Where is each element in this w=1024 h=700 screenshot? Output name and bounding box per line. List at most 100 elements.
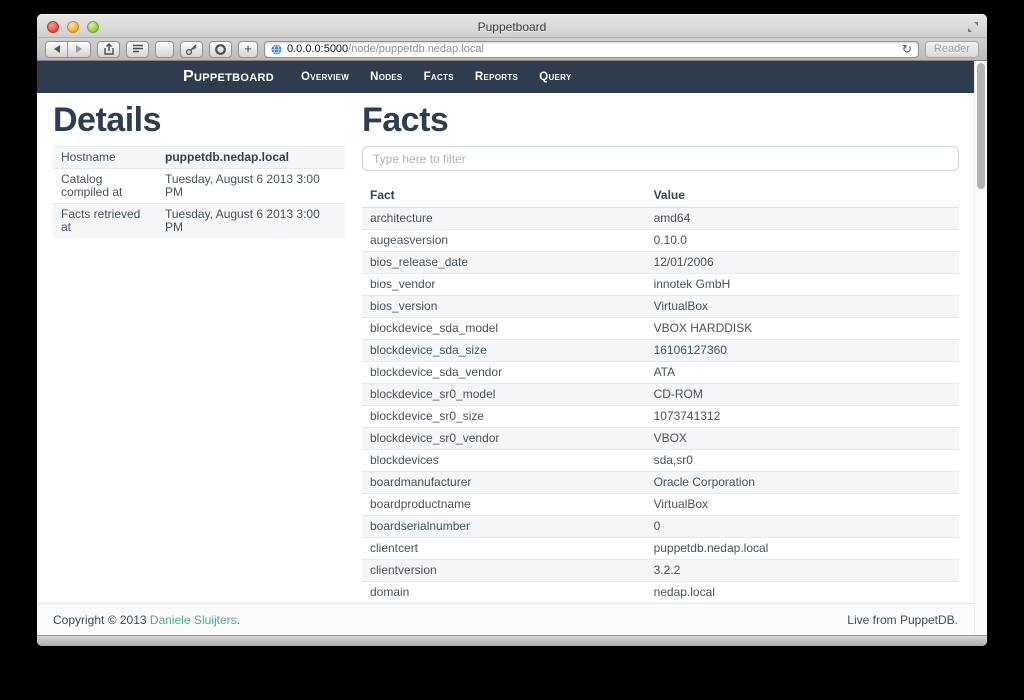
address-bar[interactable]: 0.0.0.0:5000/node/puppetdb.nedap.local ↻ xyxy=(264,41,919,58)
url-host: 0.0.0.0:5000 xyxy=(287,43,348,55)
details-section: Details Hostname puppetdb.nedap.local Ca… xyxy=(53,93,345,603)
nav-item[interactable]: Query xyxy=(539,71,571,83)
back-icon xyxy=(54,45,60,53)
author-link[interactable]: Daniele Sluijters xyxy=(150,613,237,627)
share-icon xyxy=(103,43,115,55)
facts-heading: Facts xyxy=(362,103,959,137)
fact-name: blockdevice_sr0_vendor xyxy=(362,428,646,450)
forward-button[interactable] xyxy=(68,42,90,57)
fact-name: boardserialnumber xyxy=(362,516,646,538)
fact-row: bios_version VirtualBox xyxy=(362,296,959,318)
facts-section: Facts Fact Value architectu xyxy=(362,93,959,603)
new-tab-button[interactable]: + xyxy=(238,41,258,58)
url-text: 0.0.0.0:5000/node/puppetdb.nedap.local xyxy=(287,43,484,55)
fact-name: boardproductname xyxy=(362,494,646,516)
facts-table: Fact Value architecture amd64 xyxy=(362,184,959,603)
fact-row: blockdevice_sda_vendor ATA xyxy=(362,362,959,384)
fullscreen-icon[interactable] xyxy=(967,21,979,33)
fact-name: clientversion xyxy=(362,560,646,582)
fact-value: ATA xyxy=(646,362,959,384)
details-table: Hostname puppetdb.nedap.local Catalog co… xyxy=(53,146,345,238)
facts-filter-input[interactable] xyxy=(362,146,959,171)
fact-name: blockdevice_sda_vendor xyxy=(362,362,646,384)
fact-value: 1073741312 xyxy=(646,406,959,428)
globe-icon xyxy=(271,44,282,55)
fact-name: blockdevice_sda_model xyxy=(362,318,646,340)
puppetboard-page: Puppetboard Overview Nodes Facts Reports… xyxy=(37,61,974,635)
fact-row: blockdevice_sr0_model CD-ROM xyxy=(362,384,959,406)
fact-row: domain nedap.local xyxy=(362,582,959,604)
browser-window: Puppetboard xyxy=(37,14,987,646)
nav-item[interactable]: Nodes xyxy=(370,71,402,83)
password-button[interactable] xyxy=(180,41,203,58)
page-viewport: Puppetboard Overview Nodes Facts Reports… xyxy=(37,61,987,635)
fact-name: bios_release_date xyxy=(362,252,646,274)
scrollbar-thumb[interactable] xyxy=(977,63,985,189)
fact-name: domain xyxy=(362,582,646,604)
fact-value: 0 xyxy=(646,516,959,538)
fact-value: innotek GmbH xyxy=(646,274,959,296)
fact-row: clientcert puppetdb.nedap.local xyxy=(362,538,959,560)
nav-item[interactable]: Overview xyxy=(301,71,349,83)
window-title: Puppetboard xyxy=(37,20,987,34)
fact-column-header: Fact xyxy=(362,184,646,208)
blank-toolbar-button[interactable] xyxy=(155,41,174,58)
fact-value: CD-ROM xyxy=(646,384,959,406)
fact-row: blockdevice_sda_model VBOX HARDDISK xyxy=(362,318,959,340)
fact-name: architecture xyxy=(362,208,646,230)
fact-name: blockdevice_sda_size xyxy=(362,340,646,362)
fact-row: blockdevice_sr0_vendor VBOX xyxy=(362,428,959,450)
extension-button[interactable] xyxy=(209,41,232,58)
fact-value: VirtualBox xyxy=(646,296,959,318)
fact-row: augeasversion 0.10.0 xyxy=(362,230,959,252)
fact-value: VirtualBox xyxy=(646,494,959,516)
copyright-prefix: Copyright © 2013 xyxy=(53,613,147,627)
fact-name: clientcert xyxy=(362,538,646,560)
nav-item[interactable]: Reports xyxy=(475,71,518,83)
copyright-period: . xyxy=(237,613,240,627)
reader-button[interactable]: Reader xyxy=(925,41,979,58)
live-from-puppetdb-text: Live from PuppetDB. xyxy=(847,613,958,627)
browser-statusbar xyxy=(37,635,987,646)
fact-value: 3.2.2 xyxy=(646,560,959,582)
fact-value: 0.10.0 xyxy=(646,230,959,252)
fact-row: boardmanufacturer Oracle Corporation xyxy=(362,472,959,494)
fact-row: clientversion 3.2.2 xyxy=(362,560,959,582)
share-button[interactable] xyxy=(97,41,120,58)
back-button[interactable] xyxy=(46,42,68,57)
reload-icon[interactable]: ↻ xyxy=(902,43,912,55)
browser-toolbar: + 0.0.0.0:5000/node/puppetdb.nedap.local… xyxy=(37,38,987,61)
fact-value: VBOX HARDDISK xyxy=(646,318,959,340)
fact-row: architecture amd64 xyxy=(362,208,959,230)
fact-value: VBOX xyxy=(646,428,959,450)
fact-name: bios_vendor xyxy=(362,274,646,296)
details-label: Catalog compiled at xyxy=(53,169,157,204)
history-nav-group xyxy=(45,41,91,58)
copyright-text: Copyright © 2013 Daniele Sluijters. xyxy=(53,613,240,627)
top-navbar: Puppetboard Overview Nodes Facts Reports… xyxy=(37,61,974,93)
nav-item[interactable]: Facts xyxy=(424,71,454,83)
fact-value: puppetdb.nedap.local xyxy=(646,538,959,560)
fact-row: bios_vendor innotek GmbH xyxy=(362,274,959,296)
fact-row: blockdevice_sda_size 16106127360 xyxy=(362,340,959,362)
forward-icon xyxy=(76,45,82,53)
fact-row: blockdevices sda,sr0 xyxy=(362,450,959,472)
details-value: Tuesday, August 6 2013 3:00 PM xyxy=(157,204,345,239)
facts-header-row: Fact Value xyxy=(362,184,959,208)
fact-name: blockdevice_sr0_size xyxy=(362,406,646,428)
fact-value: Oracle Corporation xyxy=(646,472,959,494)
details-value: Tuesday, August 6 2013 3:00 PM xyxy=(157,169,345,204)
details-row: Facts retrieved at Tuesday, August 6 201… xyxy=(53,204,345,239)
fact-name: blockdevices xyxy=(362,450,646,472)
details-value: puppetdb.nedap.local xyxy=(157,147,345,169)
url-path: /node/puppetdb.nedap.local xyxy=(348,43,484,55)
window-titlebar: Puppetboard xyxy=(37,14,987,38)
fact-name: bios_version xyxy=(362,296,646,318)
reading-list-icon xyxy=(132,44,144,54)
page-footer: Copyright © 2013 Daniele Sluijters. Live… xyxy=(37,603,974,635)
navbar-brand[interactable]: Puppetboard xyxy=(183,68,274,86)
scrollbar-track[interactable] xyxy=(974,61,987,635)
reading-list-button[interactable] xyxy=(126,41,149,58)
details-heading: Details xyxy=(53,103,345,137)
details-row: Catalog compiled at Tuesday, August 6 20… xyxy=(53,169,345,204)
